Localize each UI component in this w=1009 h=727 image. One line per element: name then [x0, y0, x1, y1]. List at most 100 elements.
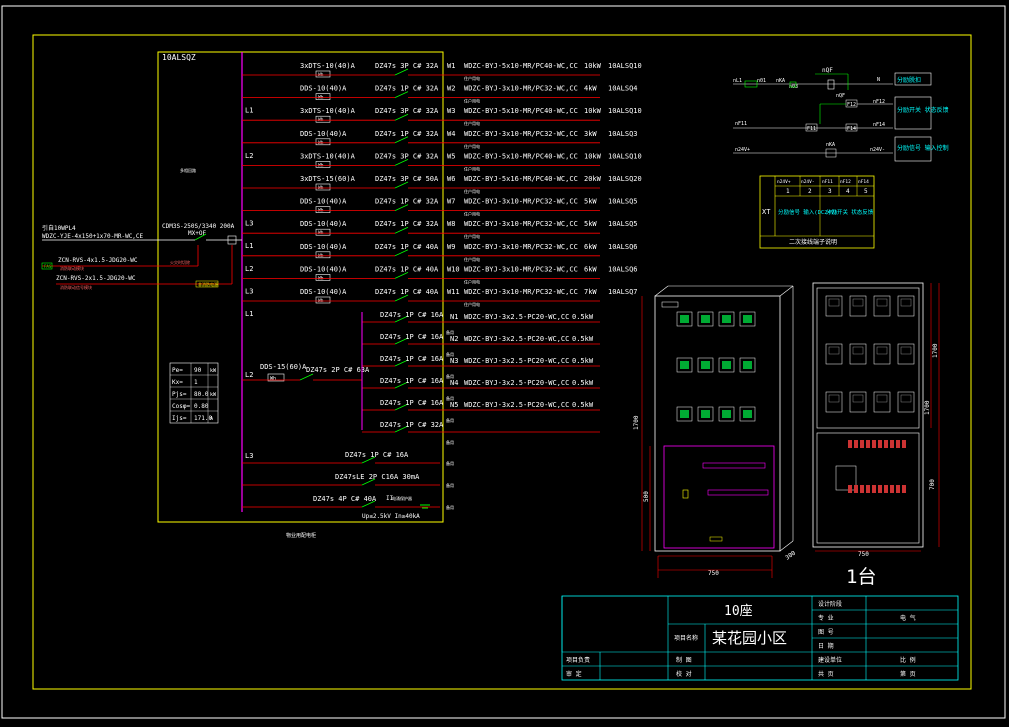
tb-scale: 比 例 — [900, 656, 916, 664]
circuit-cable: WDZC-BYJ-3x10-MR/PC32-WC,CC — [464, 198, 578, 206]
cd-t0: nL1 — [733, 78, 742, 84]
circuit-breaker: DZ47s 1P C# 32A — [375, 130, 439, 138]
circuit-meter: DDS-10(40)A — [300, 198, 347, 206]
cd-btn3: 分励信号 输入控制 — [897, 144, 949, 152]
circuit-meter: DDS-10(40)A — [300, 288, 347, 296]
panel-id: 10ALSQZ — [162, 53, 196, 62]
meter-window-inner — [876, 394, 888, 403]
circuit-breaker: DZ47s 1P C# 32A — [375, 198, 439, 206]
fire-cable-1: ZCN-RVS-4x1.5-JDG20-WC — [58, 257, 138, 264]
cd-btn2: 分励开关 状态反馈 — [897, 106, 949, 114]
sub-cable: WDZC-BYJ-3x2.5-PC20-WC,CC — [464, 335, 569, 343]
control-diagram: nQF nL1 n01 nKA n03 N nQF F12 nF12 nF11 … — [733, 67, 949, 162]
circuit-cable: WDZC-BYJ-3x10-MR/PC32-WC,CC — [464, 265, 578, 273]
lower-note: 备用 — [446, 482, 454, 488]
circuit-note: 住户用电 — [464, 233, 480, 239]
circuit-row: 3xDTS-10(40)AWhDZ47s 3P C# 32A W5 WDZC-BYJ… — [242, 152, 642, 171]
circuit-power: 10kW — [584, 62, 602, 70]
tb-unit: 建设单位 — [818, 656, 842, 664]
circuit-phase: L1 — [245, 107, 253, 115]
circuit-phase: L3 — [245, 220, 253, 228]
circuit-cable: WDZC-BYJ-3x10-MR/PC32-WC,CC — [464, 130, 578, 138]
lower-breaker: DZ47s 1P C# 16A — [345, 451, 409, 459]
meter-display — [701, 410, 710, 418]
fire-note-1: 消防联动模块 — [60, 265, 84, 271]
meter-window-inner — [828, 394, 840, 403]
circuit-power: 20kW — [584, 175, 602, 183]
title-block: 10座 项目名称 某花园小区 设计阶段 专 业 电 气 图 号 日 期 建设单位… — [561, 595, 959, 681]
sub-note: 备用 — [446, 439, 454, 445]
sub-breaker: DZ47s 1P C# 16A — [380, 355, 444, 363]
public-breaker: DZ47s 2P C# 63A — [306, 366, 370, 374]
circuit-note: 住户用电 — [464, 120, 480, 126]
breaker-module — [878, 485, 882, 493]
cd-f11: F11 — [807, 126, 816, 132]
breaker-module — [890, 440, 894, 448]
lower-breaker: DZ47sLE 2P C16A 30mA — [335, 473, 420, 481]
cd-t2: nKA — [776, 78, 785, 84]
circuit-id: W9 — [447, 243, 455, 251]
tt-n4: 5 — [864, 188, 868, 195]
incoming-label: 引自10WPL4 — [42, 224, 76, 232]
sub-power: 0.5kW — [572, 313, 594, 321]
sub-power: 0.5kW — [572, 379, 594, 387]
circuit-breaker: DZ47s 1P C# 40A — [375, 265, 439, 273]
fire-note-4: 非消防电源 — [198, 281, 218, 287]
sub-id: N5 — [450, 401, 458, 409]
meter-display — [722, 361, 731, 369]
load-unit: kW — [210, 392, 217, 398]
cd-qf: nQF — [822, 67, 833, 74]
breaker-module — [890, 485, 894, 493]
load-label: Kx= — [172, 379, 183, 386]
incoming-feeder: 引自10WPL4 WDZC-YJE-4x150+1x70-MR-WC,CE CD… — [41, 223, 242, 290]
tb-project-label: 项目名称 — [674, 634, 698, 642]
sub-circuit-row: DZ47s 1P C# 16A N5 WDZC-BYJ-3x2.5-PC20-WC,… — [362, 399, 600, 423]
breaker-module — [848, 440, 852, 448]
public-meter: DDS-15(60)A — [260, 363, 307, 371]
circuit-breaker: DZ47s 3P C# 32A — [375, 62, 439, 70]
circuit-cable: WDZC-BYJ-3x10-MR/PC32-WC,CC — [464, 85, 578, 93]
sub-power: 0.5kW — [572, 357, 594, 365]
lower-breaker: DZ47s 4P C# 40A — [313, 495, 377, 503]
circuit-dest: 10ALSQ5 — [608, 198, 638, 206]
circuit-id: W6 — [447, 175, 455, 183]
dim-h1: 1700 — [633, 415, 640, 430]
breaker-module — [884, 440, 888, 448]
circuit-cable: WDZC-BYJ-3x10-MR/PC32-WC,CC — [464, 243, 578, 251]
dim-w2: 750 — [858, 551, 869, 558]
circuit-note: 住户用电 — [464, 98, 480, 104]
meter-window-inner — [900, 394, 912, 403]
circuit-power: 6kW — [584, 265, 597, 273]
sub-power: 0.5kW — [572, 335, 594, 343]
circuit-meter: DDS-10(40)A — [300, 220, 347, 228]
breaker-module — [854, 485, 858, 493]
dim-w1: 750 — [708, 570, 719, 577]
circuit-breaker: DZ47s 1P C# 40A — [375, 243, 439, 251]
circuit-power: 5kW — [584, 198, 597, 206]
circuit-meter: 3xDTS-10(40)A — [300, 152, 356, 160]
sub-id: N3 — [450, 357, 458, 365]
circuit-power: 7kW — [584, 288, 597, 296]
lower-circuit-row: DZ47sLE 2P C16A 30mA 备用 — [242, 473, 454, 488]
cd-ka: nKA — [826, 142, 835, 148]
load-value: 80.0 — [194, 391, 209, 398]
lower-circuit-row: L3 DZ47s 1P C# 16A 备用 — [242, 451, 454, 466]
circuit-power: 6kW — [584, 243, 597, 251]
cd-n: N — [877, 77, 880, 83]
circuit-cable: WDZC-BYJ-5x10-MR/PC40-WC,CC — [464, 152, 578, 160]
meter-window-inner — [900, 346, 912, 355]
breaker-module — [866, 440, 870, 448]
circuit-note: 住户用电 — [464, 211, 480, 217]
public-feeder: L2 DDS-15(60)A Wh DZ47s 2P C# 63A — [242, 312, 370, 430]
circuit-meter: 3xDTS-15(60)A — [300, 175, 356, 183]
meter-display — [680, 361, 689, 369]
tb-draw: 制 图 — [676, 656, 692, 664]
sub-circuit-row: DZ47s 1P C# 32A 备用 — [362, 421, 600, 445]
circuit-list: 3xDTS-10(40)AWhDZ47s 3P C# 32A W1 WDZC-BYJ… — [242, 62, 642, 318]
sub-circuit-row: DZ47s 1P C# 16A N4 WDZC-BYJ-3x2.5-PC20-WC,… — [362, 377, 600, 401]
tb-seat: 10座 — [724, 604, 753, 619]
incoming-breaker: CDM3S-250S/3340 200A — [162, 223, 235, 230]
circuit-power: 5kW — [584, 220, 597, 228]
fire-note-3: 火灾时切除 — [170, 259, 190, 265]
terminal-table: XT n24V+ n24V- nF11 nF12 nF14 1 2 3 4 5 … — [759, 175, 875, 249]
